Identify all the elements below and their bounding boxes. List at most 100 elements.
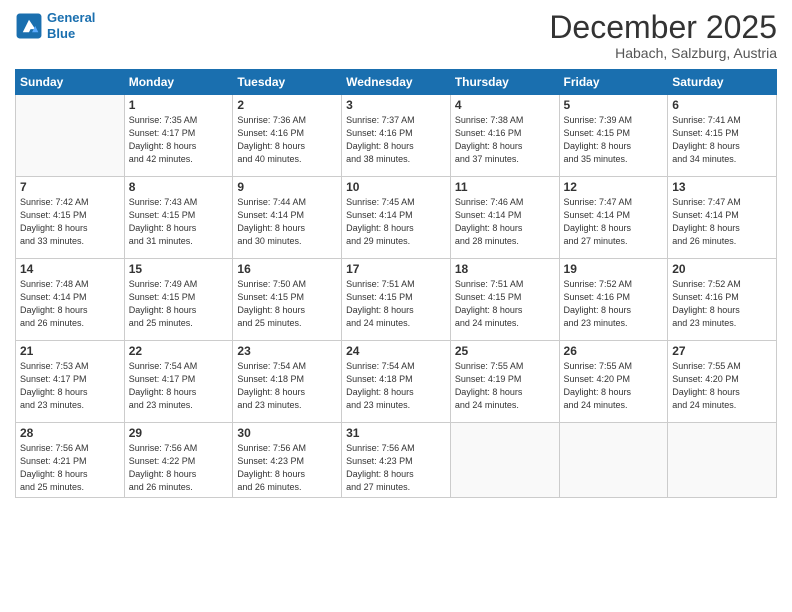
day-info: Sunrise: 7:41 AM Sunset: 4:15 PM Dayligh… [672,114,772,166]
table-row: 22 Sunrise: 7:54 AM Sunset: 4:17 PM Dayli… [124,341,233,423]
calendar-week-row: 1 Sunrise: 7:35 AM Sunset: 4:17 PM Daylig… [16,95,777,177]
table-row: 19 Sunrise: 7:52 AM Sunset: 4:16 PM Dayli… [559,259,668,341]
day-info: Sunrise: 7:56 AM Sunset: 4:21 PM Dayligh… [20,442,120,494]
table-row: 6 Sunrise: 7:41 AM Sunset: 4:15 PM Daylig… [668,95,777,177]
table-row: 14 Sunrise: 7:48 AM Sunset: 4:14 PM Dayli… [16,259,125,341]
table-row: 4 Sunrise: 7:38 AM Sunset: 4:16 PM Daylig… [450,95,559,177]
day-number: 25 [455,344,555,358]
calendar-table: Sunday Monday Tuesday Wednesday Thursday… [15,69,777,498]
day-number: 12 [564,180,664,194]
day-number: 27 [672,344,772,358]
logo-text: General Blue [47,10,95,41]
day-info: Sunrise: 7:51 AM Sunset: 4:15 PM Dayligh… [455,278,555,330]
day-info: Sunrise: 7:44 AM Sunset: 4:14 PM Dayligh… [237,196,337,248]
table-row [450,423,559,498]
location: Habach, Salzburg, Austria [549,45,777,61]
table-row: 25Sunrise: 7:55 AM Sunset: 4:19 PM Dayli… [450,341,559,423]
day-number: 28 [20,426,120,440]
day-info: Sunrise: 7:37 AM Sunset: 4:16 PM Dayligh… [346,114,446,166]
col-sunday: Sunday [16,70,125,95]
day-number: 11 [455,180,555,194]
day-info: Sunrise: 7:47 AM Sunset: 4:14 PM Dayligh… [672,196,772,248]
day-number: 30 [237,426,337,440]
table-row [16,95,125,177]
month-title: December 2025 [549,10,777,45]
day-info: Sunrise: 7:54 AM Sunset: 4:17 PM Dayligh… [129,360,229,412]
day-info: Sunrise: 7:36 AM Sunset: 4:16 PM Dayligh… [237,114,337,166]
col-tuesday: Tuesday [233,70,342,95]
logo-blue: Blue [47,26,75,41]
table-row [668,423,777,498]
calendar-header-row: Sunday Monday Tuesday Wednesday Thursday… [16,70,777,95]
logo: General Blue [15,10,95,41]
day-number: 2 [237,98,337,112]
day-number: 22 [129,344,229,358]
title-block: December 2025 Habach, Salzburg, Austria [549,10,777,61]
day-number: 4 [455,98,555,112]
logo-icon [15,12,43,40]
day-info: Sunrise: 7:42 AM Sunset: 4:15 PM Dayligh… [20,196,120,248]
table-row: 29 Sunrise: 7:56 AM Sunset: 4:22 PM Dayli… [124,423,233,498]
day-info: Sunrise: 7:47 AM Sunset: 4:14 PM Dayligh… [564,196,664,248]
table-row: 31Sunrise: 7:56 AM Sunset: 4:23 PM Dayli… [342,423,451,498]
day-number: 15 [129,262,229,276]
table-row: 18 Sunrise: 7:51 AM Sunset: 4:15 PM Dayli… [450,259,559,341]
day-number: 10 [346,180,446,194]
table-row: 21Sunrise: 7:53 AM Sunset: 4:17 PM Dayli… [16,341,125,423]
table-row: 5 Sunrise: 7:39 AM Sunset: 4:15 PM Daylig… [559,95,668,177]
table-row: 9 Sunrise: 7:44 AM Sunset: 4:14 PM Daylig… [233,177,342,259]
day-number: 5 [564,98,664,112]
day-info: Sunrise: 7:50 AM Sunset: 4:15 PM Dayligh… [237,278,337,330]
day-info: Sunrise: 7:46 AM Sunset: 4:14 PM Dayligh… [455,196,555,248]
day-number: 7 [20,180,120,194]
day-number: 6 [672,98,772,112]
table-row: 28 Sunrise: 7:56 AM Sunset: 4:21 PM Dayli… [16,423,125,498]
calendar-week-row: 21Sunrise: 7:53 AM Sunset: 4:17 PM Dayli… [16,341,777,423]
table-row: 23 Sunrise: 7:54 AM Sunset: 4:18 PM Dayli… [233,341,342,423]
day-number: 8 [129,180,229,194]
day-info: Sunrise: 7:54 AM Sunset: 4:18 PM Dayligh… [346,360,446,412]
day-number: 14 [20,262,120,276]
day-number: 29 [129,426,229,440]
table-row: 30 Sunrise: 7:56 AM Sunset: 4:23 PM Dayli… [233,423,342,498]
day-number: 23 [237,344,337,358]
day-info: Sunrise: 7:56 AM Sunset: 4:23 PM Dayligh… [237,442,337,494]
day-info: Sunrise: 7:38 AM Sunset: 4:16 PM Dayligh… [455,114,555,166]
table-row: 27 Sunrise: 7:55 AM Sunset: 4:20 PM Dayli… [668,341,777,423]
day-info: Sunrise: 7:48 AM Sunset: 4:14 PM Dayligh… [20,278,120,330]
day-number: 9 [237,180,337,194]
logo-general: General [47,10,95,25]
day-number: 19 [564,262,664,276]
day-info: Sunrise: 7:52 AM Sunset: 4:16 PM Dayligh… [564,278,664,330]
day-number: 24 [346,344,446,358]
day-info: Sunrise: 7:54 AM Sunset: 4:18 PM Dayligh… [237,360,337,412]
col-friday: Friday [559,70,668,95]
table-row: 20 Sunrise: 7:52 AM Sunset: 4:16 PM Dayli… [668,259,777,341]
day-number: 17 [346,262,446,276]
calendar-week-row: 14 Sunrise: 7:48 AM Sunset: 4:14 PM Dayli… [16,259,777,341]
table-row: 24 Sunrise: 7:54 AM Sunset: 4:18 PM Dayli… [342,341,451,423]
table-row: 11 Sunrise: 7:46 AM Sunset: 4:14 PM Dayli… [450,177,559,259]
col-monday: Monday [124,70,233,95]
header: General Blue December 2025 Habach, Salzb… [15,10,777,61]
day-info: Sunrise: 7:55 AM Sunset: 4:20 PM Dayligh… [672,360,772,412]
day-info: Sunrise: 7:56 AM Sunset: 4:22 PM Dayligh… [129,442,229,494]
day-number: 18 [455,262,555,276]
table-row: 7 Sunrise: 7:42 AM Sunset: 4:15 PM Daylig… [16,177,125,259]
day-number: 31 [346,426,446,440]
day-number: 1 [129,98,229,112]
day-info: Sunrise: 7:39 AM Sunset: 4:15 PM Dayligh… [564,114,664,166]
table-row: 12 Sunrise: 7:47 AM Sunset: 4:14 PM Dayli… [559,177,668,259]
day-info: Sunrise: 7:55 AM Sunset: 4:20 PM Dayligh… [564,360,664,412]
day-info: Sunrise: 7:52 AM Sunset: 4:16 PM Dayligh… [672,278,772,330]
table-row: 10Sunrise: 7:45 AM Sunset: 4:14 PM Dayli… [342,177,451,259]
day-info: Sunrise: 7:35 AM Sunset: 4:17 PM Dayligh… [129,114,229,166]
day-number: 21 [20,344,120,358]
table-row: 15Sunrise: 7:49 AM Sunset: 4:15 PM Dayli… [124,259,233,341]
table-row: 1 Sunrise: 7:35 AM Sunset: 4:17 PM Daylig… [124,95,233,177]
table-row: 26Sunrise: 7:55 AM Sunset: 4:20 PM Dayli… [559,341,668,423]
day-number: 16 [237,262,337,276]
day-number: 20 [672,262,772,276]
table-row: 3Sunrise: 7:37 AM Sunset: 4:16 PM Daylig… [342,95,451,177]
table-row: 17Sunrise: 7:51 AM Sunset: 4:15 PM Dayli… [342,259,451,341]
